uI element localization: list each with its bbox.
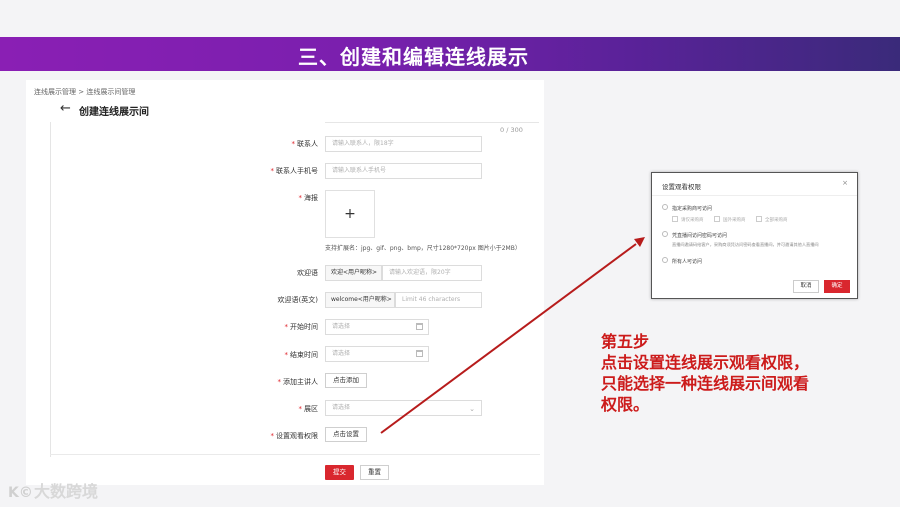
reset-button[interactable]: 重置 — [360, 465, 389, 480]
step-line-4: 权限。 — [601, 395, 650, 414]
submit-button[interactable]: 提交 — [325, 465, 354, 480]
slide-title: 三、创建和编辑连线展示 — [298, 45, 529, 69]
step-line-1: 第五步 — [601, 332, 650, 351]
required-mark: * — [291, 140, 296, 148]
end-time-picker[interactable]: 请选择 — [325, 346, 429, 362]
poster-label: * 海报 — [298, 194, 319, 202]
permission-dialog: 设置观看权限 × 指定采购商可访问 请仅采购商 国外采购商 全部采购商 凭直播间… — [651, 172, 858, 299]
step-line-3: 只能选择一种连线展示间观看 — [601, 374, 810, 393]
sub-option-3-label: 全部采购商 — [765, 218, 788, 223]
contact-input[interactable]: 请输入联系人，限18字 — [325, 136, 482, 152]
zone-select[interactable]: 请选择 ⌄ — [325, 400, 482, 416]
checkbox-sub-3[interactable] — [756, 216, 762, 222]
sub-option-2-label: 国外采购商 — [723, 218, 746, 223]
checkbox-sub-1[interactable] — [672, 216, 678, 222]
chevron-down-icon: ⌄ — [469, 405, 475, 413]
checkbox-sub-2[interactable] — [714, 216, 720, 222]
speaker-label: * 添加主讲人 — [277, 378, 319, 386]
calendar-icon — [416, 323, 423, 330]
arrow-head — [634, 237, 645, 247]
contact-label: * 联系人 — [291, 140, 319, 148]
breadcrumb[interactable]: 连线展示管理 > 连线展示间管理 — [34, 87, 135, 97]
calendar-icon — [416, 350, 423, 357]
option-2-description: 直播间邀请码给客户，采购商须凭访问密码查看直播间，并可邀请其他人直播间 — [672, 242, 819, 247]
sub-option-1-label: 请仅采购商 — [681, 218, 704, 223]
poster-upload-button[interactable]: + — [325, 190, 375, 238]
welcome-en-label: 欢迎语(英文) — [277, 296, 318, 304]
char-counter: 0 / 300 — [500, 126, 523, 134]
radio-option-2[interactable] — [662, 231, 668, 237]
required-mark: * — [298, 194, 303, 202]
zone-label: * 展区 — [298, 405, 319, 413]
textarea-bottom-border — [325, 122, 539, 123]
required-mark: * — [277, 378, 282, 386]
poster-hint: 支持扩展名：jpg、gif、png、bmp，尺寸1280*720px 图片小于2… — [325, 245, 521, 252]
required-mark: * — [284, 351, 289, 359]
back-arrow-icon[interactable]: ← — [60, 101, 71, 116]
phone-input[interactable]: 请输入联系人手机号 — [325, 163, 482, 179]
start-time-label: * 开始时间 — [284, 323, 319, 331]
welcome-input[interactable]: 请输入欢迎语，限20字 — [382, 265, 482, 281]
welcome-en-input[interactable]: Limit 46 characters — [395, 292, 482, 308]
radio-option-1[interactable] — [662, 204, 668, 210]
option-2-label: 凭直播间访问密码可访问 — [672, 233, 728, 239]
phone-label: * 联系人手机号 — [270, 167, 319, 175]
step-description: 第五步 点击设置连线展示观看权限， 只能选择一种连线展示间观看 权限。 — [601, 331, 861, 415]
step-line-2: 点击设置连线展示观看权限， — [601, 353, 810, 372]
permission-label: * 设置观看权限 — [270, 432, 319, 440]
dialog-cancel-button[interactable]: 取消 — [793, 280, 819, 293]
welcome-en-prefix: welcome<用户昵称> — [325, 292, 395, 308]
watermark: K©大数跨境 — [8, 478, 98, 502]
start-time-picker[interactable]: 请选择 — [325, 319, 429, 335]
dialog-title: 设置观看权限 — [662, 183, 701, 191]
welcome-prefix: 欢迎<用户昵称> — [325, 265, 382, 281]
dialog-divider — [652, 195, 857, 196]
required-mark: * — [270, 167, 275, 175]
watermark-logo-icon: K© — [8, 485, 33, 501]
close-icon[interactable]: × — [842, 179, 848, 187]
welcome-label: 欢迎语 — [297, 269, 318, 277]
option-1-label: 指定采购商可访问 — [672, 206, 713, 212]
radio-option-3[interactable] — [662, 257, 668, 263]
add-speaker-button[interactable]: 点击添加 — [325, 373, 367, 388]
end-time-label: * 结束时间 — [284, 351, 319, 359]
set-permission-button[interactable]: 点击设置 — [325, 427, 367, 442]
required-mark: * — [270, 432, 275, 440]
required-mark: * — [298, 405, 303, 413]
form-divider — [50, 454, 540, 455]
dialog-confirm-button[interactable]: 确定 — [824, 280, 850, 293]
page-title: 创建连线展示间 — [79, 107, 149, 118]
watermark-text: 大数跨境 — [34, 482, 99, 501]
option-3-label: 所有人可访问 — [672, 259, 703, 265]
required-mark: * — [284, 323, 289, 331]
